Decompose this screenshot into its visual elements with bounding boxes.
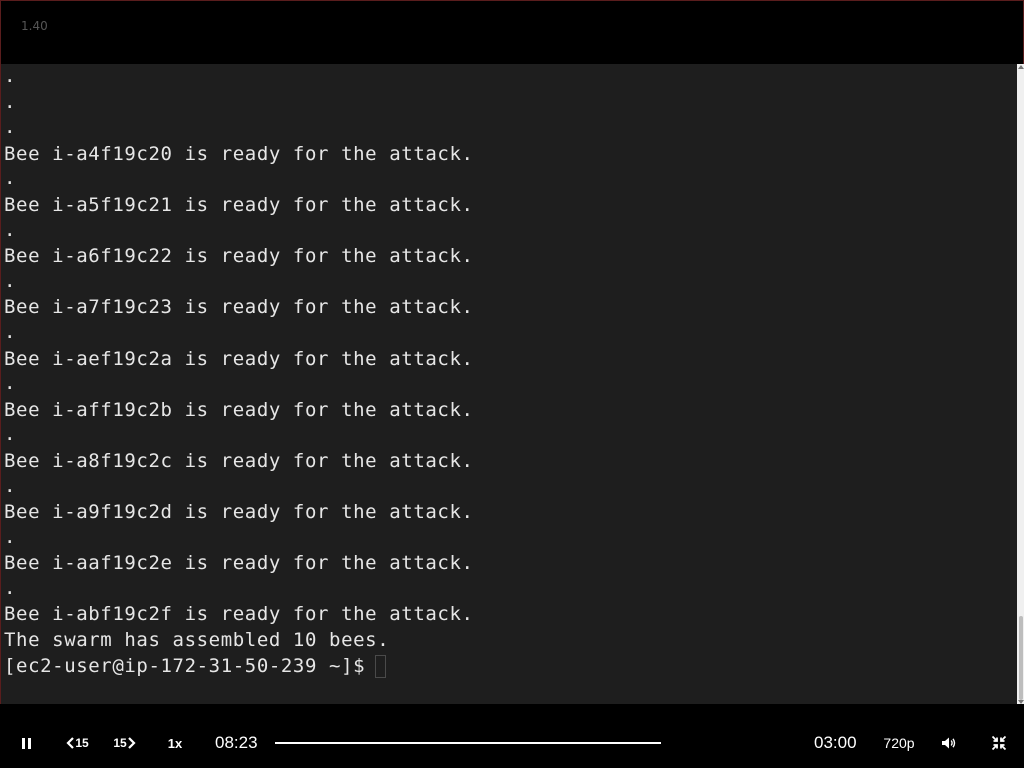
terminal-prompt-line: [ec2-user@ip-172-31-50-239 ~]$ (4, 654, 387, 680)
terminal-line: . (4, 269, 17, 292)
video-player: 1.40 ... Bee i-a4f19c20 is ready for the … (0, 0, 1024, 768)
terminal-line: Bee i-a9f19c2d is ready for the attack. (4, 501, 474, 524)
terminal-line: . (4, 65, 17, 87)
terminal-line: Bee i-abf19c2f is ready for the attack. (4, 603, 474, 626)
terminal-line: . (4, 576, 17, 599)
playback-speed-button[interactable]: 1x (160, 732, 190, 754)
exit-fullscreen-icon (991, 735, 1007, 751)
terminal-line: The swarm has assembled 10 bees. (4, 629, 390, 652)
forward-15-button[interactable]: 15 (108, 732, 142, 754)
pause-button[interactable] (14, 732, 38, 754)
terminal-line: Bee i-aef19c2a is ready for the attack. (4, 347, 474, 370)
terminal-line: . (4, 167, 17, 190)
rewind-15-icon (66, 737, 75, 749)
pause-icon (20, 737, 32, 749)
terminal-line: Bee i-a4f19c20 is ready for the attack. (4, 142, 474, 165)
rewind-15-button[interactable]: 15 (60, 732, 94, 754)
terminal-line: Bee i-a7f19c23 is ready for the attack. (4, 296, 474, 319)
quality-button[interactable]: 720p (878, 732, 920, 754)
terminal-line: Bee i-a6f19c22 is ready for the attack. (4, 245, 474, 268)
volume-button[interactable] (936, 732, 962, 754)
forward-15-icon (127, 737, 136, 749)
terminal-output: ... Bee i-a4f19c20 is ready for the attac… (4, 65, 474, 679)
scroll-up-icon[interactable] (1018, 65, 1024, 69)
terminal-line: . (4, 218, 17, 241)
terminal-screen: ... Bee i-a4f19c20 is ready for the attac… (1, 64, 1017, 705)
terminal-line: . (4, 423, 17, 446)
terminal-cursor (375, 654, 387, 678)
volume-icon (942, 737, 956, 749)
terminal-scrollbar[interactable] (1017, 64, 1024, 705)
terminal-line: . (4, 116, 17, 139)
version-label: 1.40 (21, 19, 48, 33)
shell-prompt: [ec2-user@ip-172-31-50-239 ~]$ (4, 654, 366, 677)
terminal-line: . (4, 372, 17, 395)
terminal-line: . (4, 474, 17, 497)
progress-bar[interactable] (275, 742, 661, 744)
terminal-line: Bee i-a8f19c2c is ready for the attack. (4, 449, 474, 472)
player-controls: 15 15 1x 08:23 03:00 720p (0, 704, 1024, 768)
rewind-label: 15 (75, 736, 89, 750)
terminal-line: . (4, 525, 17, 548)
terminal-line: . (4, 90, 17, 113)
terminal-line: . (4, 320, 17, 343)
scrollbar-thumb[interactable] (1019, 616, 1023, 700)
terminal-line: Bee i-aaf19c2e is ready for the attack. (4, 552, 474, 575)
forward-label: 15 (113, 736, 127, 750)
terminal-line: Bee i-aff19c2b is ready for the attack. (4, 398, 474, 421)
exit-fullscreen-button[interactable] (986, 732, 1012, 754)
remaining-time: 03:00 (814, 733, 857, 752)
elapsed-time: 08:23 (215, 733, 258, 752)
terminal-line: Bee i-a5f19c21 is ready for the attack. (4, 193, 474, 216)
